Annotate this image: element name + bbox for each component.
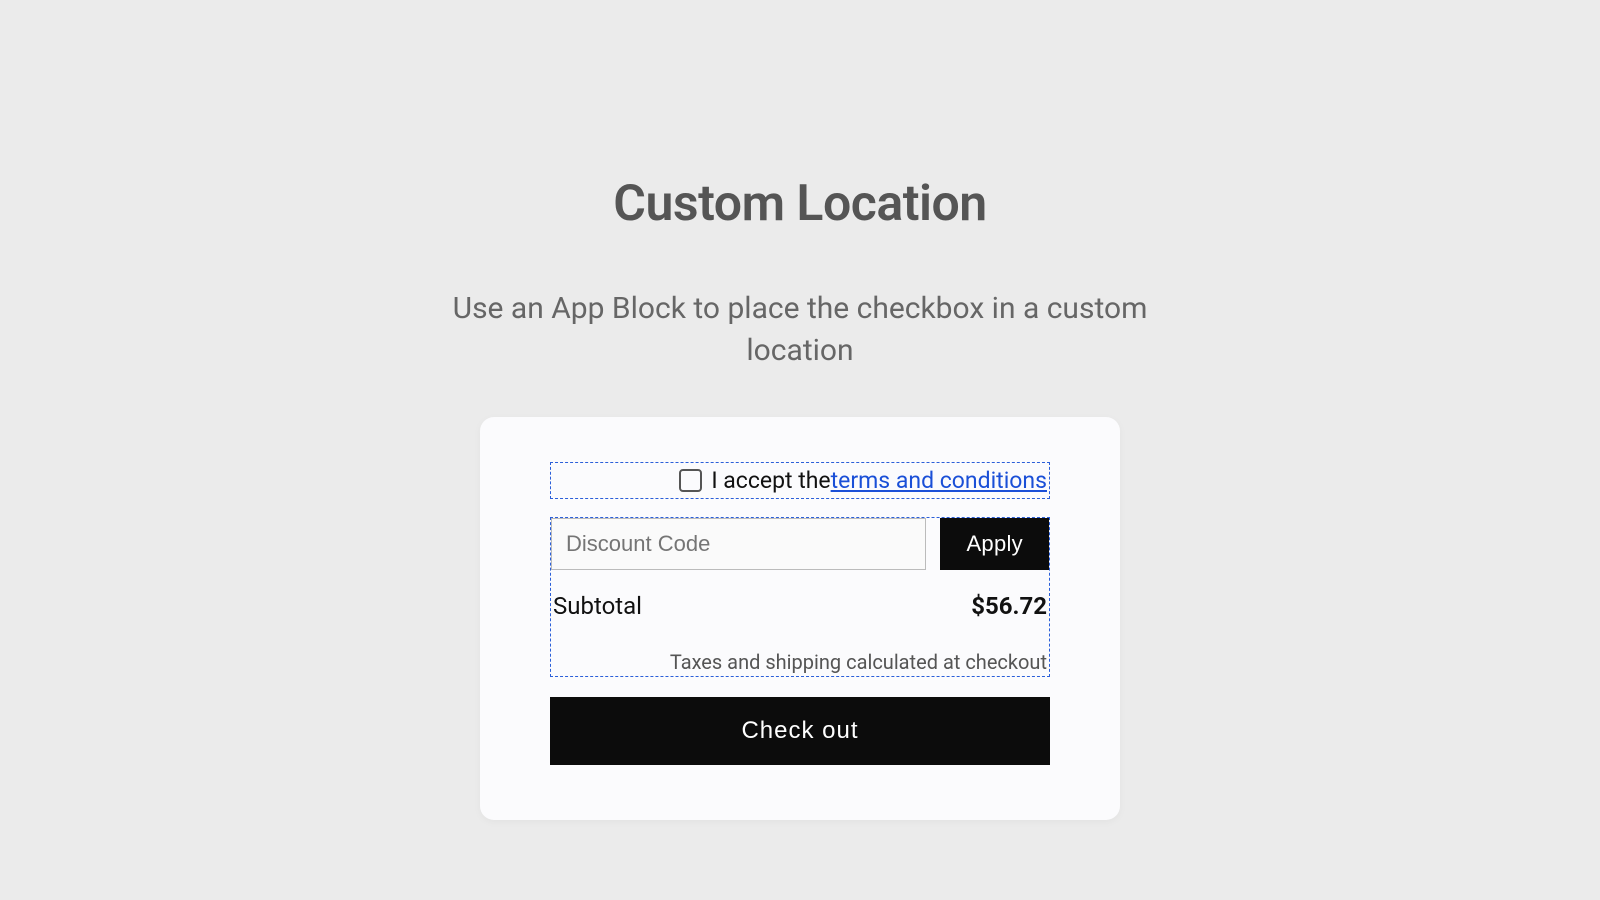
tax-shipping-note: Taxes and shipping calculated at checkou… xyxy=(551,650,1049,676)
checkout-button[interactable]: Check out xyxy=(550,697,1050,765)
terms-link[interactable]: terms and conditions xyxy=(831,467,1047,494)
terms-row: I accept the terms and conditions xyxy=(550,462,1050,499)
discount-row: Apply xyxy=(551,518,1049,570)
apply-button[interactable]: Apply xyxy=(940,518,1049,570)
subtotal-row: Subtotal $56.72 xyxy=(551,592,1049,620)
terms-checkbox[interactable] xyxy=(679,469,702,492)
subtotal-value: $56.72 xyxy=(971,592,1047,620)
page-subtitle: Use an App Block to place the checkbox i… xyxy=(450,288,1150,372)
summary-block: Apply Subtotal $56.72 Taxes and shipping… xyxy=(550,517,1050,677)
checkout-card: I accept the terms and conditions Apply … xyxy=(480,417,1120,820)
terms-prefix-text: I accept the xyxy=(711,467,830,494)
subtotal-label: Subtotal xyxy=(553,592,642,620)
discount-code-input[interactable] xyxy=(551,518,926,570)
page-title: Custom Location xyxy=(613,175,986,233)
